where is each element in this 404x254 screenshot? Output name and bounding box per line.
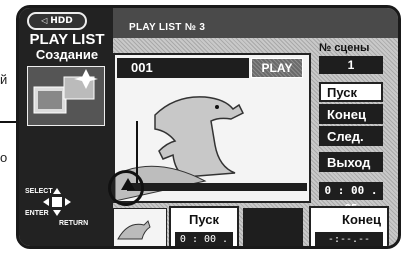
next-button[interactable]: След. — [319, 126, 383, 146]
start-time-label: Пуск — [189, 212, 219, 227]
playlist-icon — [27, 66, 105, 126]
scene-number-display: 001 — [117, 58, 249, 78]
end-button[interactable]: Конец — [319, 104, 383, 124]
start-time-box: Пуск 0 : 00 . 05 — [169, 206, 239, 246]
annotation-fragment-bottom: о — [0, 150, 8, 165]
source-badge: ◁ HDD — [27, 12, 87, 30]
scene-number-value: 1 — [319, 56, 383, 74]
dpad-icon — [43, 188, 71, 216]
pointer-line-vertical — [136, 121, 138, 183]
page-title: PLAY LIST — [29, 31, 105, 48]
thumbnail — [113, 208, 167, 246]
scene-number-label: № сцены — [319, 42, 370, 54]
timeline-track[interactable] — [127, 183, 307, 191]
page-subtitle: Создание — [35, 47, 99, 62]
hdd-icon: ◁ — [41, 16, 51, 25]
play-list-screen: ◁ HDD PLAY LIST Создание PLAY LIST № 3 S… — [16, 5, 401, 249]
marker-highlight-circle — [108, 170, 144, 206]
return-hint: RETURN — [59, 220, 89, 227]
play-status: PLAY — [251, 58, 303, 78]
empty-thumbnail-slot — [243, 208, 303, 246]
start-button[interactable]: Пуск — [319, 82, 383, 102]
playlist-number-title: PLAY LIST № 3 — [129, 22, 206, 33]
end-time-value: -:--.-- — [315, 232, 383, 246]
end-time-box: Конец -:--.-- — [309, 206, 389, 246]
exit-button[interactable]: Выход — [319, 152, 383, 172]
annotation-fragment-top: й — [0, 72, 8, 87]
start-time-value: 0 : 00 . 05 — [175, 232, 233, 246]
end-time-label: Конец — [342, 212, 381, 227]
current-time: 0 : 00 . 05 — [319, 182, 383, 215]
